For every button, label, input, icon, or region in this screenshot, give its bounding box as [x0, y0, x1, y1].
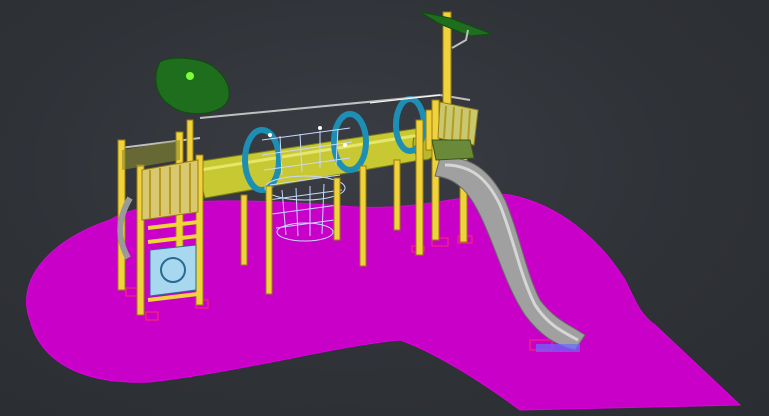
- right-roof-flag: [419, 11, 493, 37]
- safety-surface: [26, 193, 742, 411]
- playground-3d-model[interactable]: [0, 0, 769, 416]
- slide-entry-panel: [431, 139, 475, 161]
- model-space-viewport[interactable]: playground-3d-model-icon: [0, 0, 769, 416]
- left-roof-canopy: [155, 57, 230, 115]
